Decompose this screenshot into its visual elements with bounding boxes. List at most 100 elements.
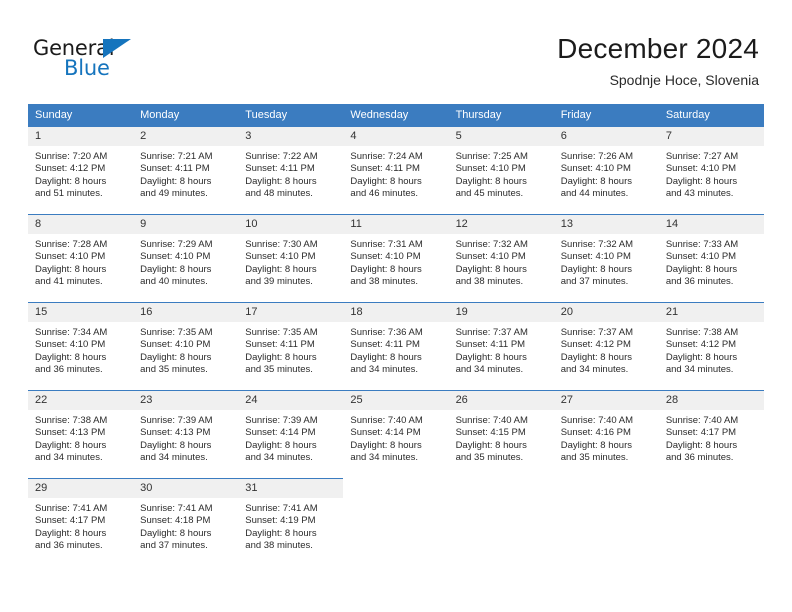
day-cell-inner: 14 Sunrise: 7:33 AM Sunset: 4:10 PM Dayligh… — [658, 214, 764, 302]
calendar-day-cell[interactable]: 8 Sunrise: 7:28 AM Sunset: 4:10 PM Daylight… — [28, 214, 134, 302]
day-number: 2 — [133, 127, 239, 146]
day-daylight1-text: Daylight: 8 hours — [35, 439, 107, 451]
day-daylight2-text: and 40 minutes. — [140, 276, 208, 288]
calendar-day-cell[interactable]: 11 Sunrise: 7:31 AM Sunset: 4:10 PM Dayligh… — [343, 214, 449, 302]
calendar-day-cell[interactable]: 1 Sunrise: 7:20 AM Sunset: 4:12 PM Daylight… — [28, 126, 134, 214]
day-number: 22 — [28, 391, 134, 410]
day-sunrise-text: Sunrise: 7:41 AM — [245, 503, 318, 514]
day-cell-inner: 5 Sunrise: 7:25 AM Sunset: 4:10 PM Daylight… — [448, 126, 554, 214]
day-cell-inner: 9 Sunrise: 7:29 AM Sunset: 4:10 PM Daylight… — [133, 214, 239, 302]
day-sunset-text: Sunset: 4:10 PM — [665, 163, 737, 175]
calendar-day-cell[interactable]: 29 Sunrise: 7:41 AM Sunset: 4:17 PM Dayligh… — [28, 478, 134, 566]
day-details: Sunrise: 7:29 AM Sunset: 4:10 PM Daylight:… — [133, 234, 238, 289]
day-daylight1-text: Daylight: 8 hours — [455, 175, 527, 187]
day-sunset-text: Sunset: 4:11 PM — [350, 339, 420, 351]
calendar-day-cell[interactable]: 12 Sunrise: 7:32 AM Sunset: 4:10 PM Dayligh… — [448, 214, 554, 302]
calendar-day-cell[interactable]: 21 Sunrise: 7:38 AM Sunset: 4:12 PM Dayligh… — [658, 302, 764, 390]
day-daylight2-text: and 36 minutes. — [665, 452, 734, 464]
calendar-day-cell[interactable]: 24 Sunrise: 7:39 AM Sunset: 4:14 PM Dayligh… — [238, 390, 344, 478]
day-daylight1-text: Daylight: 8 hours — [560, 351, 632, 363]
day-number: 28 — [658, 391, 764, 410]
day-sunset-text: Sunset: 4:10 PM — [455, 251, 526, 263]
day-daylight2-text: and 43 minutes. — [665, 188, 734, 200]
day-sunrise-text: Sunrise: 7:20 AM — [35, 151, 108, 162]
day-number: 25 — [343, 391, 449, 410]
calendar-day-cell[interactable]: 2 Sunrise: 7:21 AM Sunset: 4:11 PM Daylight… — [133, 126, 239, 214]
day-cell-inner: 28 Sunrise: 7:40 AM Sunset: 4:17 PM Dayligh… — [658, 390, 764, 478]
day-daylight1-text: Daylight: 8 hours — [350, 175, 422, 187]
calendar-day-cell[interactable]: 7 Sunrise: 7:27 AM Sunset: 4:10 PM Daylight… — [658, 126, 764, 214]
weekday-header-row: Sunday Monday Tuesday Wednesday Thursday… — [28, 104, 764, 126]
day-daylight1-text: Daylight: 8 hours — [455, 439, 527, 451]
day-daylight1-text: Daylight: 8 hours — [455, 263, 527, 275]
calendar-day-cell[interactable]: 27 Sunrise: 7:40 AM Sunset: 4:16 PM Dayligh… — [553, 390, 659, 478]
day-sunrise-text: Sunrise: 7:33 AM — [665, 239, 739, 250]
calendar-day-cell[interactable]: 19 Sunrise: 7:37 AM Sunset: 4:11 PM Dayligh… — [448, 302, 554, 390]
day-cell-inner: 17 Sunrise: 7:35 AM Sunset: 4:11 PM Dayligh… — [238, 302, 344, 390]
day-daylight2-text: and 34 minutes. — [665, 364, 734, 376]
calendar-day-cell[interactable]: 23 Sunrise: 7:39 AM Sunset: 4:13 PM Dayligh… — [133, 390, 239, 478]
calendar-day-cell[interactable]: 4 Sunrise: 7:24 AM Sunset: 4:11 PM Daylight… — [343, 126, 449, 214]
calendar-day-cell-empty — [449, 478, 554, 566]
day-daylight2-text: and 34 minutes. — [140, 452, 208, 464]
day-sunset-text: Sunset: 4:11 PM — [245, 163, 315, 175]
weekday-header-thursday: Thursday — [448, 104, 554, 126]
calendar-day-cell[interactable]: 28 Sunrise: 7:40 AM Sunset: 4:17 PM Dayligh… — [658, 390, 764, 478]
calendar-day-cell[interactable]: 13 Sunrise: 7:32 AM Sunset: 4:10 PM Dayligh… — [553, 214, 659, 302]
day-sunrise-text: Sunrise: 7:32 AM — [455, 239, 528, 250]
day-daylight2-text: and 36 minutes. — [665, 276, 734, 288]
calendar-day-cell[interactable]: 25 Sunrise: 7:40 AM Sunset: 4:14 PM Dayligh… — [343, 390, 449, 478]
day-sunrise-text: Sunrise: 7:24 AM — [350, 151, 423, 162]
calendar-day-cell[interactable]: 26 Sunrise: 7:40 AM Sunset: 4:15 PM Dayligh… — [448, 390, 554, 478]
weekday-header-sunday: Sunday — [28, 104, 134, 126]
day-number: 20 — [553, 303, 659, 322]
day-details: Sunrise: 7:39 AM Sunset: 4:14 PM Daylight:… — [238, 410, 343, 465]
calendar-day-cell[interactable]: 31 Sunrise: 7:41 AM Sunset: 4:19 PM Dayligh… — [238, 478, 344, 566]
day-details: Sunrise: 7:40 AM Sunset: 4:14 PM Daylight:… — [343, 410, 448, 465]
calendar-day-cell[interactable]: 30 Sunrise: 7:41 AM Sunset: 4:18 PM Dayligh… — [133, 478, 239, 566]
day-daylight2-text: and 36 minutes. — [35, 364, 103, 376]
day-cell-inner: 23 Sunrise: 7:39 AM Sunset: 4:13 PM Dayligh… — [133, 390, 239, 478]
day-sunrise-text: Sunrise: 7:29 AM — [140, 239, 213, 250]
day-number: 23 — [133, 391, 239, 410]
day-sunrise-text: Sunrise: 7:41 AM — [140, 503, 213, 514]
day-details: Sunrise: 7:38 AM Sunset: 4:13 PM Daylight:… — [28, 410, 133, 465]
day-daylight2-text: and 44 minutes. — [560, 188, 629, 200]
calendar-day-cell[interactable]: 20 Sunrise: 7:37 AM Sunset: 4:12 PM Dayligh… — [553, 302, 659, 390]
day-daylight2-text: and 41 minutes. — [35, 276, 103, 288]
day-number: 6 — [553, 127, 659, 146]
day-cell-inner: 31 Sunrise: 7:41 AM Sunset: 4:19 PM Dayligh… — [238, 478, 344, 566]
calendar-day-cell[interactable]: 10 Sunrise: 7:30 AM Sunset: 4:10 PM Dayligh… — [238, 214, 344, 302]
calendar-day-cell[interactable]: 16 Sunrise: 7:35 AM Sunset: 4:10 PM Dayligh… — [133, 302, 239, 390]
day-sunset-text: Sunset: 4:10 PM — [245, 251, 316, 263]
calendar-day-cell[interactable]: 5 Sunrise: 7:25 AM Sunset: 4:10 PM Daylight… — [448, 126, 554, 214]
day-cell-inner: 18 Sunrise: 7:36 AM Sunset: 4:11 PM Dayligh… — [343, 302, 449, 390]
day-details: Sunrise: 7:37 AM Sunset: 4:12 PM Daylight:… — [554, 322, 659, 377]
day-details: Sunrise: 7:30 AM Sunset: 4:10 PM Daylight:… — [238, 234, 343, 289]
day-cell-inner: 21 Sunrise: 7:38 AM Sunset: 4:12 PM Dayligh… — [658, 302, 764, 390]
day-details: Sunrise: 7:25 AM Sunset: 4:10 PM Daylight:… — [449, 146, 554, 201]
calendar-day-cell[interactable]: 9 Sunrise: 7:29 AM Sunset: 4:10 PM Daylight… — [133, 214, 239, 302]
calendar-day-cell[interactable]: 3 Sunrise: 7:22 AM Sunset: 4:11 PM Daylight… — [238, 126, 344, 214]
calendar-day-cell[interactable]: 22 Sunrise: 7:38 AM Sunset: 4:13 PM Dayligh… — [28, 390, 134, 478]
general-blue-logo[interactable]: General Blue — [33, 36, 213, 86]
day-sunset-text: Sunset: 4:10 PM — [560, 163, 631, 175]
day-details: Sunrise: 7:41 AM Sunset: 4:18 PM Daylight:… — [133, 498, 238, 553]
calendar-day-cell[interactable]: 14 Sunrise: 7:33 AM Sunset: 4:10 PM Dayligh… — [658, 214, 764, 302]
calendar-day-cell[interactable]: 6 Sunrise: 7:26 AM Sunset: 4:10 PM Daylight… — [553, 126, 659, 214]
day-cell-inner: 4 Sunrise: 7:24 AM Sunset: 4:11 PM Daylight… — [343, 126, 449, 214]
day-daylight1-text: Daylight: 8 hours — [35, 351, 107, 363]
calendar-day-cell[interactable]: 17 Sunrise: 7:35 AM Sunset: 4:11 PM Dayligh… — [238, 302, 344, 390]
calendar-day-cell[interactable]: 15 Sunrise: 7:34 AM Sunset: 4:10 PM Dayligh… — [28, 302, 134, 390]
calendar-day-cell[interactable]: 18 Sunrise: 7:36 AM Sunset: 4:11 PM Dayligh… — [343, 302, 449, 390]
day-cell-inner: 19 Sunrise: 7:37 AM Sunset: 4:11 PM Dayligh… — [448, 302, 554, 390]
day-cell-inner: 11 Sunrise: 7:31 AM Sunset: 4:10 PM Dayligh… — [343, 214, 449, 302]
day-cell-inner: 10 Sunrise: 7:30 AM Sunset: 4:10 PM Dayligh… — [238, 214, 344, 302]
day-daylight1-text: Daylight: 8 hours — [245, 351, 317, 363]
day-daylight1-text: Daylight: 8 hours — [140, 439, 212, 451]
day-number: 10 — [238, 215, 344, 234]
day-sunrise-text: Sunrise: 7:30 AM — [245, 239, 318, 250]
day-daylight2-text: and 37 minutes. — [560, 276, 629, 288]
day-details: Sunrise: 7:36 AM Sunset: 4:11 PM Daylight:… — [343, 322, 448, 377]
calendar-page: General Blue December 2024 Spodnje Hoce,… — [0, 0, 792, 612]
